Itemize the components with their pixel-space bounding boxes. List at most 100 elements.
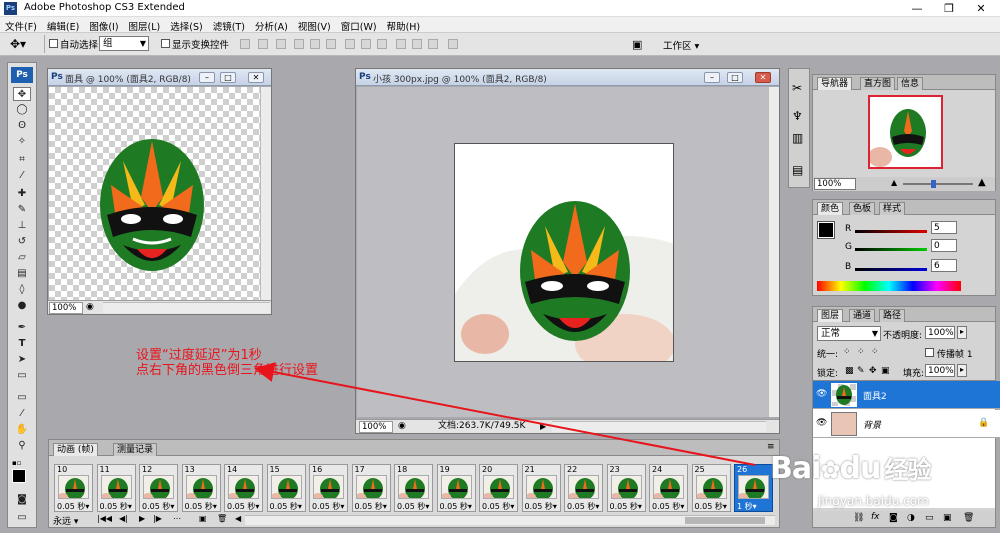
lock-position-icon[interactable]: ✥ xyxy=(869,366,877,376)
close-icon[interactable]: ✕ xyxy=(248,72,264,83)
menu-help[interactable]: 帮助(H) xyxy=(382,17,426,33)
frames-scrollbar-thumb[interactable] xyxy=(685,517,765,524)
slice-tool-icon[interactable]: ⁄ xyxy=(13,169,31,183)
frame-delay[interactable]: 1 秒▾ xyxy=(737,501,757,512)
menu-filter[interactable]: 滤镜(T) xyxy=(208,17,250,33)
tween-icon[interactable]: ⋯ xyxy=(173,514,181,523)
tab-histogram[interactable]: 直方图 xyxy=(860,77,896,90)
status-info-icon[interactable]: ◉ xyxy=(398,420,406,433)
canvas-area[interactable] xyxy=(357,87,768,417)
animation-frame[interactable]: 21 0.05 秒▾ xyxy=(521,464,561,512)
frame-delay[interactable]: 0.05 秒▾ xyxy=(355,501,387,512)
distribute-vcenter-icon[interactable] xyxy=(361,39,371,49)
eyedropper-tool-icon[interactable]: ⁄ xyxy=(13,407,31,421)
delay-dropdown-icon[interactable]: ▾ xyxy=(298,502,302,511)
delay-dropdown-icon[interactable]: ▾ xyxy=(425,502,429,511)
animation-frame[interactable]: 23 0.05 秒▾ xyxy=(606,464,646,512)
delay-dropdown-icon[interactable]: ▾ xyxy=(510,502,514,511)
auto-align-icon[interactable] xyxy=(448,39,458,49)
clone-source-icon[interactable]: ▥ xyxy=(792,131,803,145)
eraser-tool-icon[interactable]: ▱ xyxy=(13,251,31,265)
lock-transparency-icon[interactable]: ▩ xyxy=(845,366,854,376)
animation-frame[interactable]: 22 0.05 秒▾ xyxy=(564,464,603,512)
g-value-field[interactable]: 0 xyxy=(931,239,957,252)
animation-frame[interactable]: 18 0.05 秒▾ xyxy=(394,464,433,512)
tab-layers[interactable]: 图层 xyxy=(817,309,844,322)
r-slider[interactable] xyxy=(855,230,927,233)
scroll-left-icon[interactable]: ◀ xyxy=(235,514,241,523)
animation-frame[interactable]: 15 0.05 秒▾ xyxy=(266,464,306,512)
distribute-right-icon[interactable] xyxy=(428,39,438,49)
g-slider[interactable] xyxy=(855,248,927,251)
align-left-icon[interactable] xyxy=(294,39,304,49)
lock-all-icon[interactable]: ▣ xyxy=(881,366,890,376)
tab-info[interactable]: 信息 xyxy=(897,77,924,90)
document-title-bar[interactable]: Ps 小孩 300px.jpg @ 100% (面具2, RGB/8) – □ … xyxy=(356,69,779,86)
maximize-icon[interactable]: □ xyxy=(220,72,236,83)
animation-frame[interactable]: 20 0.05 秒▾ xyxy=(479,464,518,512)
animation-frame[interactable]: 17 0.05 秒▾ xyxy=(351,464,391,512)
unify-style-icon[interactable]: ⁘ xyxy=(871,347,879,357)
layer-comps-icon[interactable]: ▤ xyxy=(792,163,803,177)
delay-dropdown-icon[interactable]: ▾ xyxy=(340,502,344,511)
move-tool-icon[interactable]: ✥ xyxy=(13,87,31,101)
delay-dropdown-icon[interactable]: ▾ xyxy=(680,502,684,511)
close-icon[interactable]: ✕ xyxy=(755,72,771,83)
align-vcenter-icon[interactable] xyxy=(258,39,268,49)
unify-position-icon[interactable]: ⁘ xyxy=(843,347,851,357)
delay-dropdown-icon[interactable]: ▾ xyxy=(213,502,217,511)
layer-row[interactable]: 👁 背景 🔒 xyxy=(813,410,1000,438)
layer-style-icon[interactable]: fx xyxy=(871,512,880,522)
vertical-scrollbar[interactable] xyxy=(768,87,779,417)
frame-delay[interactable]: 0.05 秒▾ xyxy=(57,501,89,512)
delay-dropdown-icon[interactable]: ▾ xyxy=(170,502,174,511)
frame-delay[interactable]: 0.05 秒▾ xyxy=(100,501,132,512)
tab-styles[interactable]: 样式 xyxy=(879,202,906,215)
history-brush-tool-icon[interactable]: ↺ xyxy=(13,235,31,249)
animation-frame[interactable]: 24 0.05 秒▾ xyxy=(649,464,688,512)
layer-mask-icon[interactable]: ◙ xyxy=(889,513,898,523)
opacity-field[interactable]: 100% xyxy=(925,326,955,339)
navigator-preview[interactable] xyxy=(868,95,943,169)
delay-dropdown-icon[interactable]: ▾ xyxy=(723,502,727,511)
eye-icon[interactable]: 👁 xyxy=(816,389,827,399)
frame-delay[interactable]: 0.05 秒▾ xyxy=(695,501,727,512)
align-right-icon[interactable] xyxy=(326,39,336,49)
tab-channels[interactable]: 通道 xyxy=(849,309,876,322)
screen-mode-icon[interactable]: ▭ xyxy=(13,511,31,525)
brush-tool-icon[interactable]: ✎ xyxy=(13,203,31,217)
frame-delay[interactable]: 0.05 秒▾ xyxy=(652,501,684,512)
next-frame-icon[interactable]: |▶ xyxy=(153,514,162,523)
menu-select[interactable]: 选择(S) xyxy=(165,17,207,33)
b-slider[interactable] xyxy=(855,268,927,271)
frame-delay[interactable]: 0.05 秒▾ xyxy=(482,501,514,512)
document-title-bar[interactable]: Ps 面具 @ 100% (面具2, RGB/8) – □ ✕ xyxy=(48,69,271,86)
horizontal-scrollbar[interactable] xyxy=(552,421,766,432)
align-hcenter-icon[interactable] xyxy=(310,39,320,49)
status-info-icon[interactable]: ◉ xyxy=(86,301,94,314)
distribute-bottom-icon[interactable] xyxy=(377,39,387,49)
zoom-out-icon[interactable]: ▲ xyxy=(891,178,897,187)
zoom-field[interactable]: 100% xyxy=(359,421,393,433)
frame-delay[interactable]: 0.05 秒▾ xyxy=(440,501,472,512)
quick-mask-icon[interactable]: ◙ xyxy=(13,493,31,507)
menu-image[interactable]: 图像(I) xyxy=(84,17,123,33)
blend-mode-dropdown[interactable]: 正常 ▼ xyxy=(817,326,881,341)
animation-frame[interactable]: 25 0.05 秒▾ xyxy=(691,464,731,512)
delay-dropdown-icon[interactable]: ▾ xyxy=(553,502,557,511)
b-value-field[interactable]: 6 xyxy=(931,259,957,272)
zoom-tool-icon[interactable]: ⚲ xyxy=(13,439,31,453)
dodge-tool-icon[interactable]: ● xyxy=(13,299,31,313)
navigator-zoom-field[interactable]: 100% xyxy=(814,178,856,190)
workspace-menu[interactable]: 工作区 ▾ xyxy=(663,38,699,52)
crop-tool-icon[interactable]: ⌗ xyxy=(13,153,31,167)
healing-brush-tool-icon[interactable]: ✚ xyxy=(13,187,31,201)
menu-layer[interactable]: 图层(L) xyxy=(124,17,166,33)
distribute-hcenter-icon[interactable] xyxy=(412,39,422,49)
prev-frame-icon[interactable]: ◀| xyxy=(119,514,128,523)
foreground-color-swatch[interactable] xyxy=(817,221,835,239)
play-icon[interactable]: ▶ xyxy=(139,514,145,523)
frame-delay[interactable]: 0.05 秒▾ xyxy=(312,501,344,512)
tab-color[interactable]: 颜色 xyxy=(817,202,844,215)
unify-visibility-icon[interactable]: ⁘ xyxy=(857,347,865,357)
